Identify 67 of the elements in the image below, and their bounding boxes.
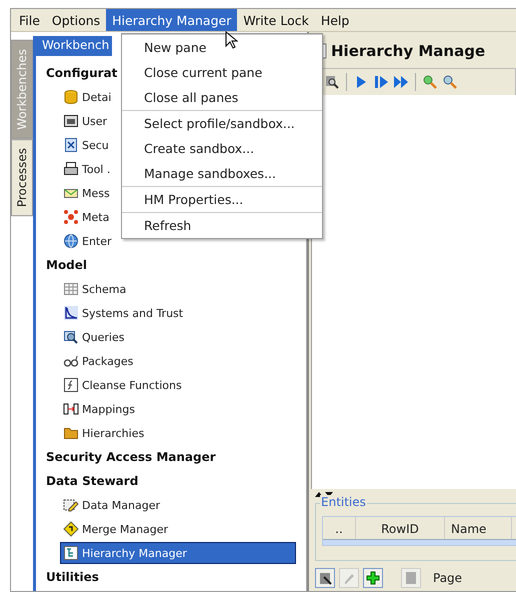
tree-item[interactable]: Data Manager — [60, 494, 163, 516]
zoom-in-icon[interactable] — [422, 74, 438, 90]
tree-item[interactable]: Schema — [60, 278, 130, 300]
splitter-arrows-icon[interactable] — [315, 490, 333, 498]
pager-label: Page — [433, 571, 462, 585]
menu-entry[interactable]: Close all panes — [122, 85, 322, 110]
tree-item[interactable]: Enter — [60, 230, 115, 252]
magnifier-icon[interactable] — [324, 74, 340, 90]
tree-section[interactable]: Security Access Manager — [44, 449, 218, 465]
function-icon — [63, 377, 79, 393]
scrollbar[interactable] — [323, 539, 516, 545]
diamond-icon — [63, 521, 79, 537]
menu-item[interactable]: Write Lock — [237, 9, 315, 31]
arrows-icon — [63, 401, 79, 417]
zoom-out-icon[interactable] — [442, 74, 458, 90]
step-icon[interactable] — [373, 74, 389, 90]
tree-item[interactable]: Mappings — [60, 398, 138, 420]
tree-section[interactable]: Configurat — [44, 65, 120, 81]
printer-icon — [63, 161, 79, 177]
tree-item[interactable]: Meta — [60, 206, 112, 228]
network-icon — [63, 209, 79, 225]
tree-section[interactable]: Data Steward — [44, 473, 140, 489]
pane-title: Hierarchy Manage — [331, 42, 486, 60]
menu-item[interactable]: Hierarchy Manager — [106, 9, 238, 31]
menu-entry[interactable]: Refresh — [122, 213, 322, 238]
select-tool-button[interactable] — [315, 568, 335, 588]
menu-entry[interactable]: Create sandbox... — [122, 136, 322, 161]
fast-forward-icon[interactable] — [393, 74, 409, 90]
menu-entry[interactable]: Manage sandboxes... — [122, 161, 322, 186]
tree-section[interactable]: Model — [44, 257, 90, 273]
tree-item[interactable]: Queries — [60, 326, 128, 348]
glasses-icon — [63, 353, 79, 369]
grid-icon — [63, 281, 79, 297]
menu-entry[interactable]: New pane — [122, 35, 322, 60]
pencil-icon — [342, 571, 356, 585]
tree-item[interactable]: Mess — [60, 182, 113, 204]
cylinder-icon — [63, 89, 79, 105]
document-icon — [63, 137, 79, 153]
page-icon — [404, 571, 418, 585]
plus-icon — [366, 571, 380, 585]
menu-item[interactable]: File — [13, 9, 46, 31]
tree-section[interactable]: Utilities — [44, 569, 101, 585]
magnifier-icon — [63, 329, 79, 345]
menu-item[interactable]: Options — [46, 9, 106, 31]
menu-entry[interactable]: Select profile/sandbox... — [122, 111, 322, 136]
menu-item[interactable]: Help — [314, 9, 356, 31]
tree-item[interactable]: Detai — [60, 86, 114, 108]
tree-item[interactable]: Tool . — [60, 158, 114, 180]
menu-entry[interactable]: Close current pane — [122, 60, 322, 85]
menu-entry[interactable]: HM Properties... — [122, 187, 322, 212]
tree-item[interactable]: Packages — [60, 350, 136, 372]
tree-item[interactable]: Secu — [60, 134, 112, 156]
tree-item[interactable]: Hierarchies — [60, 422, 148, 444]
tree-item[interactable]: Merge Manager — [60, 518, 172, 540]
curve-icon — [63, 305, 79, 321]
tree-item[interactable]: User — [60, 110, 110, 132]
pencil-icon — [63, 497, 79, 513]
globe-icon — [63, 233, 79, 249]
add-button[interactable] — [363, 568, 383, 588]
side-tab[interactable]: Processes — [11, 138, 33, 216]
tree-item[interactable]: Hierarchy Manager — [60, 542, 296, 564]
tree-item[interactable]: Systems and Trust — [60, 302, 186, 324]
group-title: Entities — [320, 495, 367, 509]
panel-header: Workbench — [36, 36, 112, 56]
tree-item[interactable]: Cleanse Functions — [60, 374, 185, 396]
folder-icon — [63, 425, 79, 441]
window-icon — [63, 113, 79, 129]
